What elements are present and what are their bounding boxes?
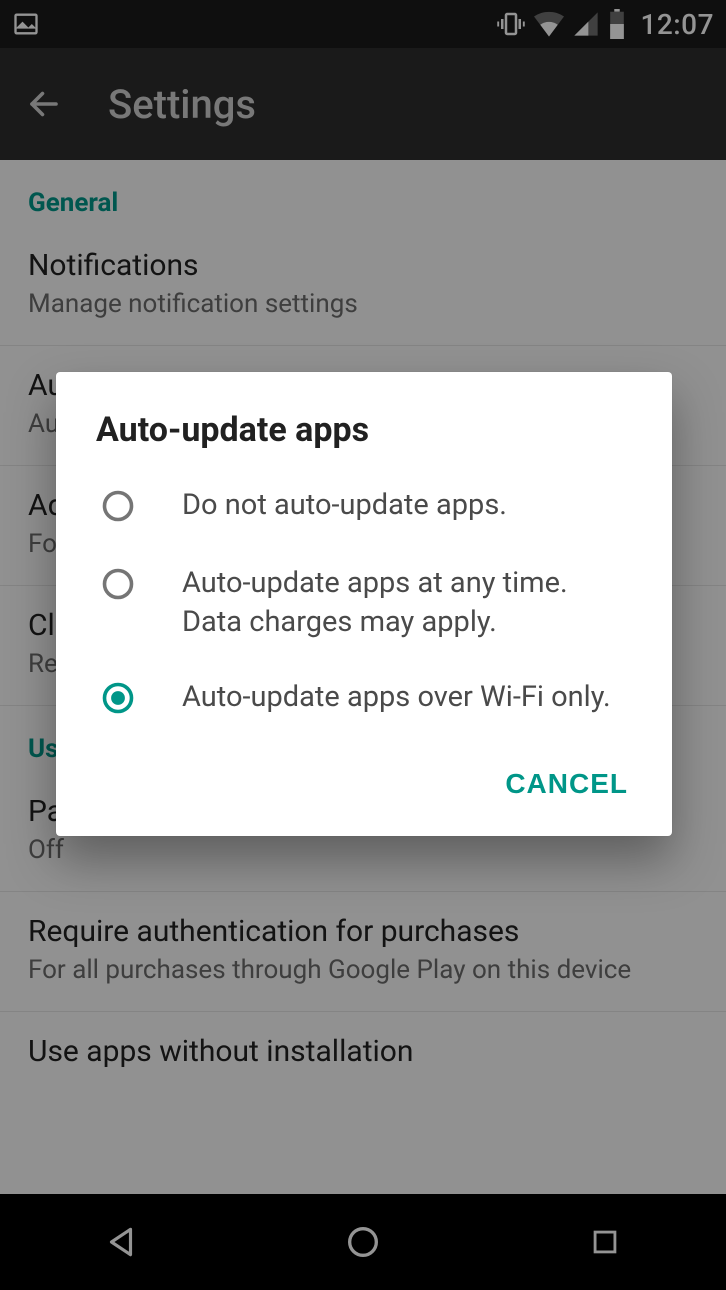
option-any-time[interactable]: Auto-update apps at any time. Data charg… [56, 546, 672, 660]
radio-selected-icon [100, 680, 136, 720]
radio-icon [100, 566, 136, 606]
option-wifi-only[interactable]: Auto-update apps over Wi-Fi only. [56, 660, 672, 738]
option-do-not-auto-update[interactable]: Do not auto-update apps. [56, 468, 672, 546]
cancel-button[interactable]: CANCEL [501, 760, 632, 808]
option-label: Auto-update apps over Wi-Fi only. [182, 678, 611, 717]
radio-icon [100, 488, 136, 528]
auto-update-dialog: Auto-update apps Do not auto-update apps… [56, 372, 672, 836]
option-label: Do not auto-update apps. [182, 486, 507, 525]
dialog-title: Auto-update apps [56, 372, 672, 468]
option-label: Auto-update apps at any time. Data charg… [182, 564, 632, 642]
